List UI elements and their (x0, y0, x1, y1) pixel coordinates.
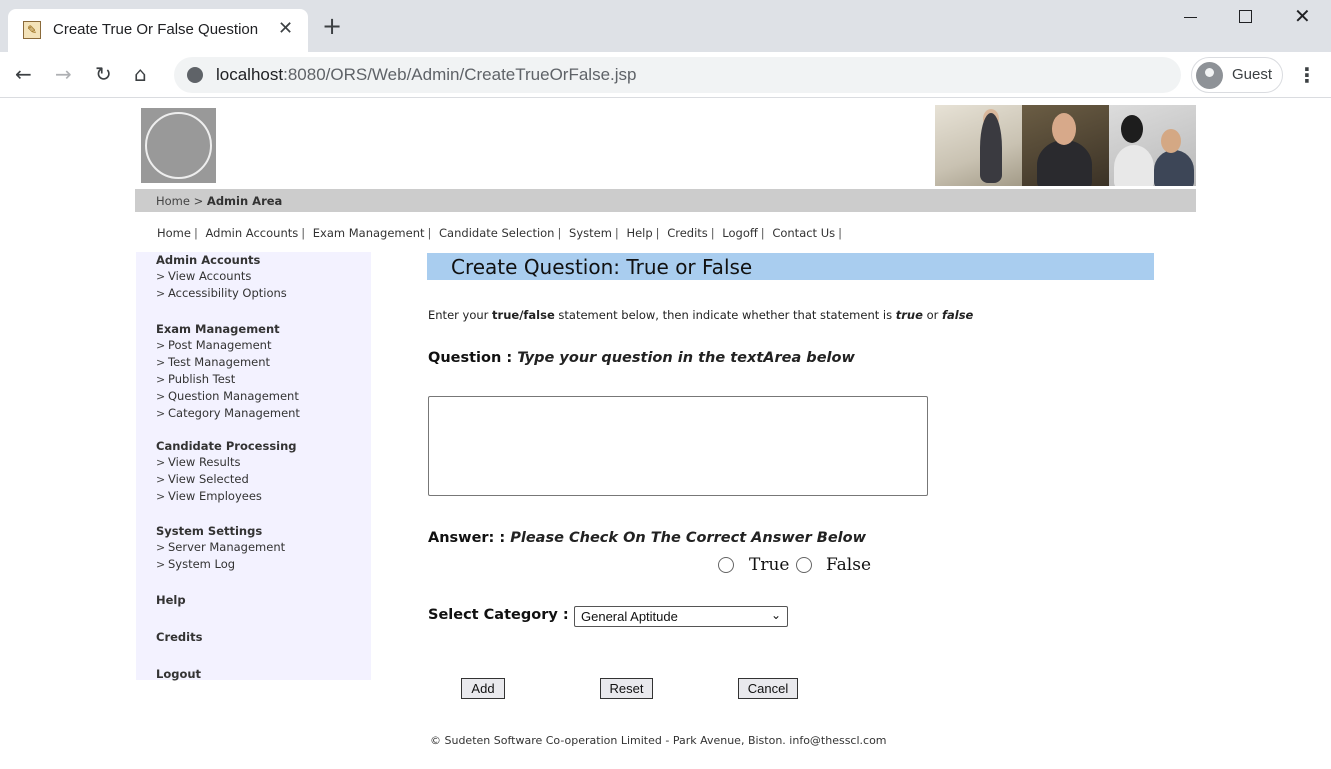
browser-tab[interactable]: ✎ Create True Or False Question ✕ (8, 9, 308, 52)
question-textarea[interactable] (428, 396, 928, 496)
avatar-icon (1196, 62, 1223, 89)
home-icon[interactable]: ⌂ (134, 62, 147, 86)
page-title: Create Question: True or False (451, 255, 753, 279)
sidebar-item-view-results[interactable]: > View Results (156, 454, 297, 471)
address-bar[interactable]: localhost:8080/ORS/Web/Admin/CreateTrueO… (174, 57, 1181, 93)
sidebar-item-help[interactable]: Help (156, 592, 186, 608)
nav-logoff[interactable]: Logoff (722, 226, 758, 240)
nav-candidate-selection[interactable]: Candidate Selection (439, 226, 554, 240)
nav-contact-us[interactable]: Contact Us (772, 226, 835, 240)
chevron-right-icon: > (156, 558, 166, 571)
sidebar-item-post-management[interactable]: > Post Management (156, 337, 300, 354)
sidebar-heading[interactable]: Exam Management (156, 321, 300, 337)
answer-false-radio[interactable] (796, 557, 812, 573)
nav-exam-management[interactable]: Exam Management (313, 226, 425, 240)
chevron-right-icon: > (156, 356, 166, 369)
sidebar-heading[interactable]: System Settings (156, 523, 285, 539)
site-favicon-icon: ✎ (23, 21, 41, 39)
sidebar-item-test-management[interactable]: > Test Management (156, 354, 300, 371)
profile-button[interactable]: Guest (1191, 57, 1283, 93)
answer-label: Answer: : Please Check On The Correct An… (428, 530, 866, 546)
instructions: Enter your true/false statement below, t… (428, 308, 974, 322)
nav-admin-accounts[interactable]: Admin Accounts (206, 226, 299, 240)
site-logo (141, 108, 216, 183)
sidebar-item-credits[interactable]: Credits (156, 629, 202, 645)
sidebar-heading[interactable]: Candidate Processing (156, 438, 297, 454)
reset-button[interactable]: Reset (600, 678, 653, 699)
category-select[interactable]: General Aptitude ⌄ (574, 606, 788, 627)
sidebar-item-category-management[interactable]: > Category Management (156, 405, 300, 422)
category-label: Select Category : (428, 607, 569, 623)
new-tab-icon[interactable]: + (322, 14, 342, 38)
breadcrumb: Home > Admin Area (156, 194, 283, 208)
sidebar-item-system-log[interactable]: > System Log (156, 556, 285, 573)
back-arrow-icon[interactable]: ← (15, 62, 32, 86)
top-navigation: Home | Admin Accounts | Exam Management | C… (157, 226, 843, 240)
forward-arrow-icon[interactable]: → (55, 62, 72, 86)
sidebar-item-view-employees[interactable]: > View Employees (156, 488, 297, 505)
nav-credits[interactable]: Credits (667, 226, 708, 240)
sidebar-group-help: Help (156, 592, 186, 608)
banner-photo-woman (1022, 105, 1109, 186)
page-title-bar: Create Question: True or False (427, 253, 1154, 280)
category-selected-value: General Aptitude (581, 609, 678, 624)
question-label: Question : Type your question in the tex… (428, 350, 855, 366)
browser-toolbar: ← → ↻ ⌂ localhost:8080/ORS/Web/Admin/Cre… (0, 52, 1331, 98)
cancel-button[interactable]: Cancel (738, 678, 798, 699)
sidebar-item-server-management[interactable]: > Server Management (156, 539, 285, 556)
chevron-right-icon: > (156, 407, 166, 420)
nav-home[interactable]: Home (157, 226, 191, 240)
chevron-down-icon: ⌄ (770, 608, 781, 622)
sidebar-group-admin-accounts: Admin Accounts > View Accounts > Accessibi… (156, 252, 287, 302)
tab-close-icon[interactable]: ✕ (278, 18, 293, 39)
kebab-menu-icon[interactable]: ⋮ (1297, 63, 1317, 87)
add-button[interactable]: Add (461, 678, 505, 699)
banner-photo-colleagues (1109, 105, 1196, 186)
sidebar-group-system-settings: System Settings > Server Management > Syst… (156, 523, 285, 573)
sidebar-group-exam-management: Exam Management > Post Management > Test M… (156, 321, 300, 422)
window-close-icon[interactable]: ✕ (1294, 4, 1311, 28)
window-maximize-icon[interactable] (1239, 10, 1252, 23)
url-text[interactable]: localhost:8080/ORS/Web/Admin/CreateTrueO… (216, 65, 636, 85)
chevron-right-icon: > (156, 270, 166, 283)
breadcrumb-current: Admin Area (206, 194, 283, 208)
sidebar-item-view-selected[interactable]: > View Selected (156, 471, 297, 488)
sidebar-item-publish-test[interactable]: > Publish Test (156, 371, 300, 388)
browser-tab-bar: ✎ Create True Or False Question ✕ + ✕ (0, 0, 1331, 52)
banner-photo-office (935, 105, 1022, 186)
nav-system[interactable]: System (569, 226, 612, 240)
chevron-right-icon: > (156, 473, 166, 486)
profile-label: Guest (1232, 66, 1273, 83)
chevron-right-icon: > (156, 541, 166, 554)
page-footer: © Sudeten Software Co-operation Limited … (430, 734, 887, 747)
answer-true-radio[interactable] (718, 557, 734, 573)
sidebar: Admin Accounts > View Accounts > Accessibi… (136, 252, 371, 682)
chevron-right-icon: > (156, 287, 166, 300)
sidebar-group-candidate-processing: Candidate Processing > View Results > View… (156, 438, 297, 505)
sidebar-item-logout[interactable]: Logout (156, 666, 201, 682)
chevron-right-icon: > (156, 373, 166, 386)
sidebar-heading[interactable]: Admin Accounts (156, 252, 287, 268)
header-banner-image (935, 105, 1196, 186)
sidebar-group-credits: Credits (156, 629, 202, 645)
tab-title: Create True Or False Question (53, 21, 259, 38)
sidebar-group-logout: Logout (156, 666, 201, 682)
site-info-icon[interactable] (187, 67, 203, 83)
chevron-right-icon: > (156, 390, 166, 403)
answer-true-label[interactable]: True (749, 555, 789, 575)
sidebar-item-accessibility-options[interactable]: > Accessibility Options (156, 285, 287, 302)
breadcrumb-bar: Home > Admin Area (135, 189, 1196, 212)
sidebar-item-view-accounts[interactable]: > View Accounts (156, 268, 287, 285)
nav-help[interactable]: Help (626, 226, 652, 240)
reload-icon[interactable]: ↻ (95, 62, 112, 86)
window-minimize-icon[interactable] (1184, 17, 1197, 18)
chevron-right-icon: > (156, 490, 166, 503)
breadcrumb-home-link[interactable]: Home (156, 194, 190, 208)
chevron-right-icon: > (156, 456, 166, 469)
chevron-right-icon: > (156, 339, 166, 352)
answer-false-label[interactable]: False (826, 555, 871, 575)
sidebar-item-question-management[interactable]: > Question Management (156, 388, 300, 405)
